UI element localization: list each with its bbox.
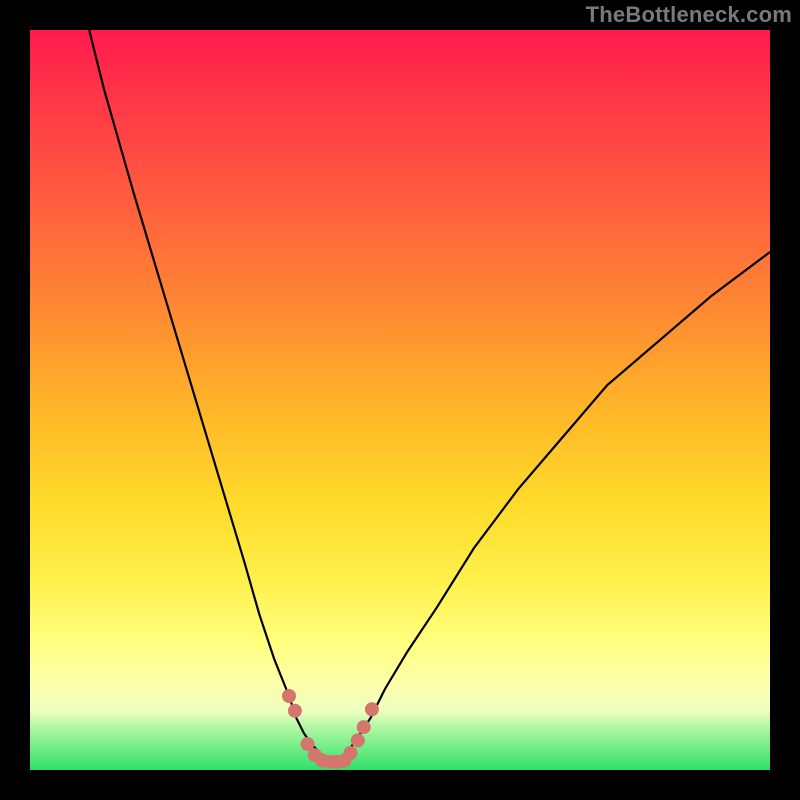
chart-frame: TheBottleneck.com bbox=[0, 0, 800, 800]
dot-group bbox=[282, 689, 379, 769]
curve-group bbox=[89, 30, 770, 762]
data-dot bbox=[365, 702, 379, 716]
curves-svg bbox=[30, 30, 770, 770]
watermark-text: TheBottleneck.com bbox=[586, 2, 792, 28]
curve-left-curve bbox=[89, 30, 326, 759]
plot-area bbox=[30, 30, 770, 770]
curve-right-curve bbox=[341, 252, 770, 759]
data-dot bbox=[357, 720, 371, 734]
data-dot bbox=[351, 733, 365, 747]
data-dot bbox=[282, 689, 296, 703]
data-dot bbox=[343, 746, 357, 760]
data-dot bbox=[288, 704, 302, 718]
